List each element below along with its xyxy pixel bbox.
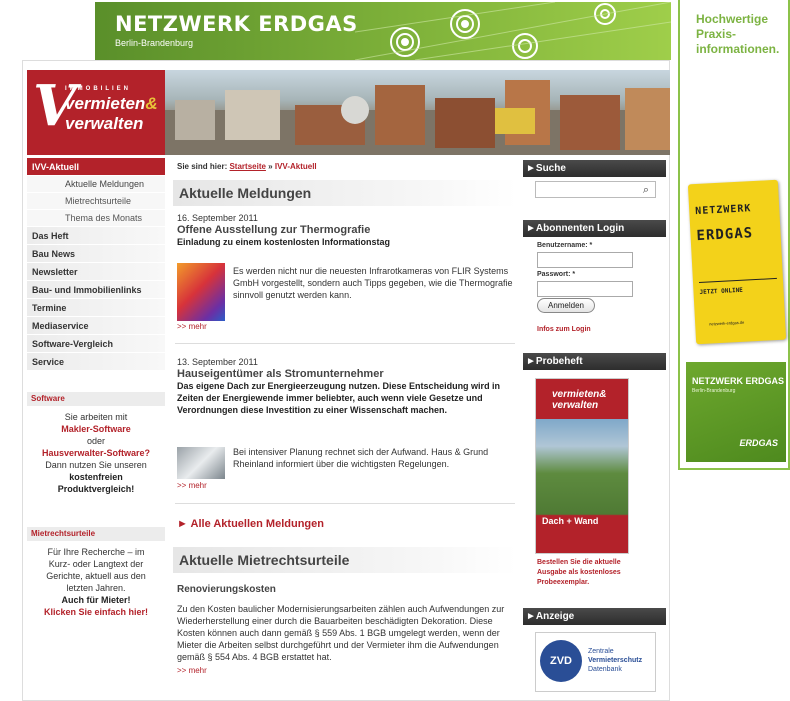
zvd-ad[interactable]: ZVD Zentrale Vermieterschutz Datenbank (535, 632, 656, 692)
news-body: Es werden nicht nur die neuesten Infraro… (233, 266, 513, 300)
probeheft-link[interactable]: Bestellen Sie die aktuelle Ausgabe als k… (537, 558, 621, 588)
nav-item-immobilienlinks[interactable]: Bau- und Immobilienlinks (27, 281, 165, 299)
news-item: 16. September 2011 Offene Ausstellung zu… (177, 213, 513, 248)
thermography-thumbnail[interactable] (177, 263, 225, 321)
login-widget-title: ►Abonnenten Login (523, 220, 666, 237)
nav-sub-thema-des-monats[interactable]: Thema des Monats (27, 210, 165, 227)
right-ad-column[interactable]: Hochwertige Praxis- informationen. NETZW… (678, 0, 790, 470)
news-lead: Einladung zu einem kostenlosten Informat… (177, 237, 391, 247)
zvd-logo: ZVD (540, 640, 582, 682)
left-navigation: IVV-Aktuell Aktuelle Meldungen Mietrecht… (27, 158, 165, 371)
banner-brand: NETZWERK ERDGAS (115, 12, 358, 36)
hausverwalter-software-link[interactable]: Hausverwalter-Software? (33, 447, 159, 459)
all-news-link[interactable]: ► Alle Aktuellen Meldungen (177, 518, 324, 530)
news-title[interactable]: Offene Ausstellung zur Thermografie (177, 224, 513, 236)
mietrecht-item: Renovierungskosten Zu den Kosten baulich… (177, 583, 513, 675)
breadcrumb: Sie sind hier: Startseite » IVV-Aktuell (177, 162, 317, 171)
divider (175, 343, 515, 344)
news-item: 13. September 2011 Hauseigentümer als St… (177, 357, 513, 416)
target-icons (355, 2, 671, 60)
login-info-link[interactable]: Infos zum Login (537, 325, 591, 335)
search-widget-title: ►Suche (523, 160, 666, 177)
password-input[interactable] (537, 281, 633, 297)
mietrecht-box: Mietrechtsurteile Für Ihre Recherche – i… (27, 527, 165, 623)
nav-item-das-heft[interactable]: Das Heft (27, 227, 165, 245)
news-date: 16. September 2011 (177, 213, 258, 223)
mietrecht-subtitle[interactable]: Renovierungskosten (177, 584, 513, 595)
nav-item-newsletter[interactable]: Newsletter (27, 263, 165, 281)
news-title[interactable]: Hauseigentümer als Stromunternehmer (177, 368, 513, 380)
solar-thumbnail[interactable] (177, 447, 225, 479)
mietrecht-click-link[interactable]: Klicken Sie einfach hier! (33, 606, 159, 618)
breadcrumb-home-link[interactable]: Startseite (229, 162, 265, 171)
news-lead: Das eigene Dach zur Energieerzeugung nut… (177, 381, 501, 415)
news-more-link[interactable]: >> mehr (177, 481, 513, 490)
news-more-link[interactable]: >> mehr (177, 322, 513, 331)
top-banner-ad[interactable]: NETZWERK ERDGAS Berlin-Brandenburg (95, 2, 671, 60)
mietrecht-more-link[interactable]: >> mehr (177, 666, 513, 675)
software-box-heading: Software (27, 392, 165, 406)
username-label: Benutzername: * (537, 242, 593, 249)
nav-sub-aktuelle-meldungen[interactable]: Aktuelle Meldungen (27, 176, 165, 193)
search-icon[interactable]: ⌕ (643, 184, 649, 197)
right-ad-headline: Hochwertige Praxis- informationen. (696, 12, 780, 56)
nav-item-termine[interactable]: Termine (27, 299, 165, 317)
login-button[interactable]: Anmelden (537, 298, 595, 313)
nav-item-ivv-aktuell[interactable]: IVV-Aktuell (27, 158, 165, 176)
news-date: 13. September 2011 (177, 357, 258, 367)
divider (175, 503, 515, 504)
username-input[interactable] (537, 252, 633, 268)
netzwerk-erdgas-sign: NETZWERK ERDGAS JETZT ONLINE netzwerk-er… (687, 179, 787, 345)
breadcrumb-current: IVV-Aktuell (274, 162, 317, 171)
header-city-photo (165, 70, 670, 155)
password-label: Passwort: * (537, 271, 576, 278)
nav-item-software-vergleich[interactable]: Software-Vergleich (27, 335, 165, 353)
site-logo[interactable]: V IMMOBILIEN vermieten& verwalten (27, 70, 165, 155)
makler-software-link[interactable]: Makler-Software (33, 423, 159, 435)
magazine-cover[interactable]: vermieten& verwalten Dach + Wand (535, 378, 629, 554)
banner-region: Berlin-Brandenburg (115, 38, 194, 48)
erdgas-green-ad[interactable]: NETZWERK ERDGAS Berlin-Brandenburg ERDGA… (686, 362, 786, 462)
nav-item-mediaservice[interactable]: Mediaservice (27, 317, 165, 335)
mietrecht-box-heading: Mietrechtsurteile (27, 527, 165, 541)
section-title-meldungen: Aktuelle Meldungen (173, 180, 517, 206)
section-title-mietrecht: Aktuelle Mietrechtsurteile (173, 547, 517, 573)
probeheft-widget-title: ►Probeheft (523, 353, 666, 370)
nav-item-service[interactable]: Service (27, 353, 165, 371)
software-box: Software Sie arbeiten mit Makler-Softwar… (27, 392, 165, 500)
anzeige-widget-title: ►Anzeige (523, 608, 666, 625)
nav-item-bau-news[interactable]: Bau News (27, 245, 165, 263)
mietrecht-body: Zu den Kosten baulicher Modernisierungsa… (177, 604, 505, 662)
nav-sub-mietrechtsurteile[interactable]: Mietrechtsurteile (27, 193, 165, 210)
news-body: Bei intensiver Planung rechnet sich der … (233, 447, 489, 469)
search-input[interactable]: ⌕ (535, 181, 656, 198)
